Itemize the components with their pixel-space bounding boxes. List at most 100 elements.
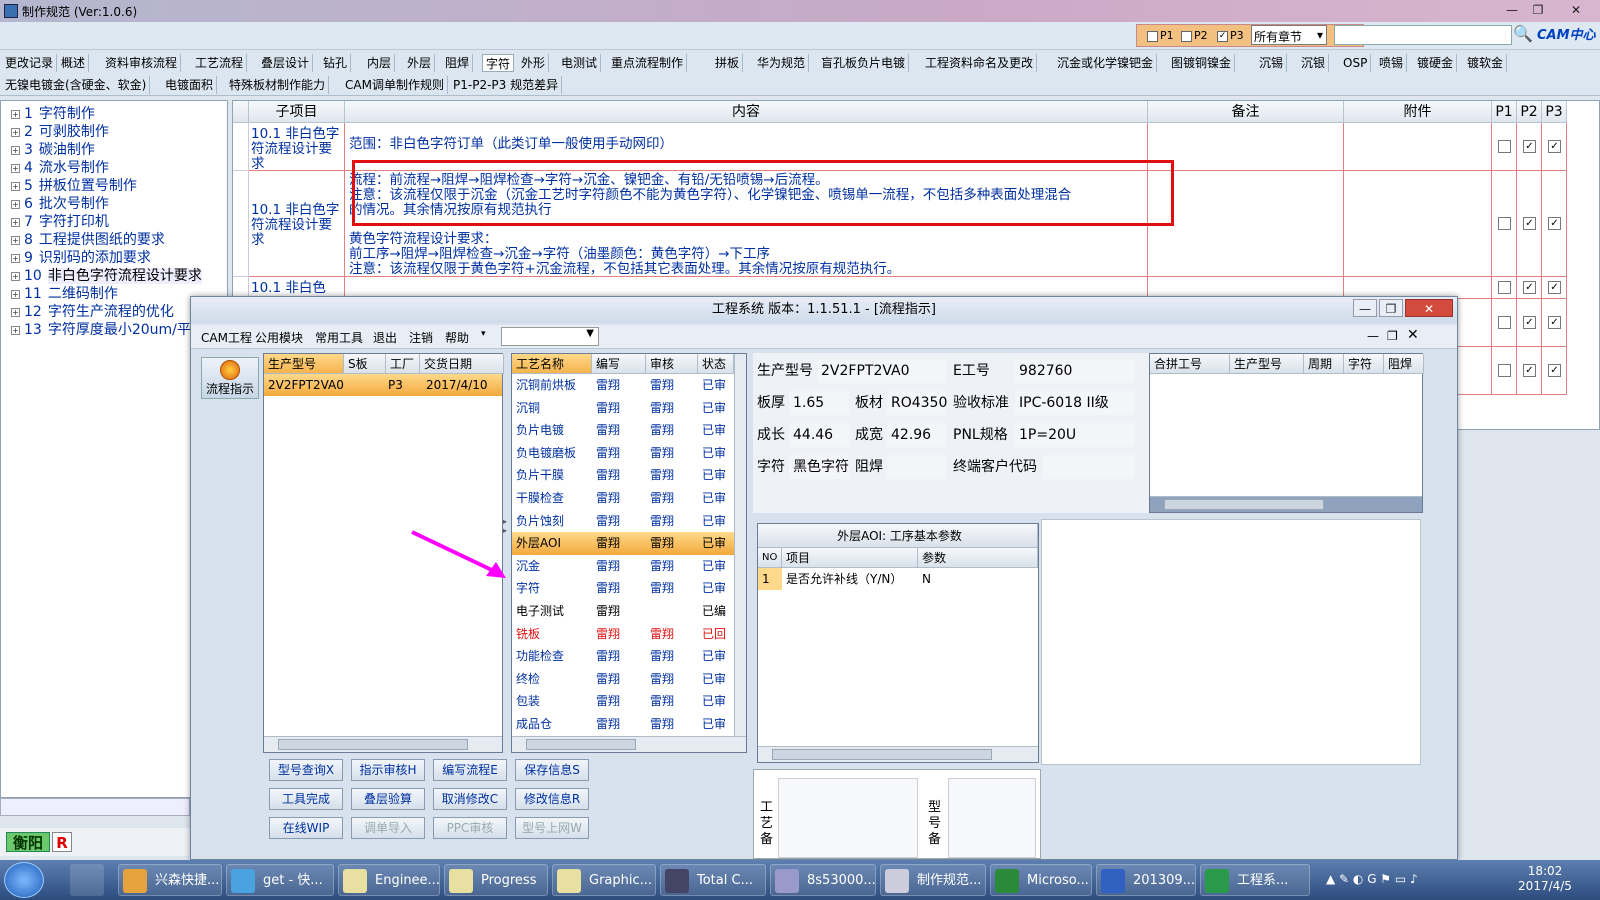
- process-row[interactable]: 外层AOI 雷翔 雷翔 已审: [512, 532, 734, 556]
- dialog-maximize-icon[interactable]: ❐: [1379, 299, 1403, 317]
- tree-node-3[interactable]: +3 碳油制作: [11, 139, 95, 159]
- tray-icons[interactable]: ▲ ✎ ◐ G ⚑ ▭ ♪: [1326, 872, 1418, 886]
- cell-sub-item[interactable]: 10.1 非白色字符流程设计要求: [249, 171, 345, 277]
- expand-icon[interactable]: +: [11, 217, 20, 227]
- process-row[interactable]: 电子测试 雷翔 已编: [512, 600, 734, 623]
- chevron-down-icon[interactable]: ▾: [481, 329, 486, 339]
- cell-remark[interactable]: [1148, 171, 1344, 277]
- p2-checkbox[interactable]: ✓: [1523, 316, 1536, 329]
- expand-icon[interactable]: +: [11, 325, 20, 335]
- tab-14[interactable]: 华为规范: [754, 54, 810, 72]
- action-button-1-2[interactable]: 取消修改C: [433, 788, 507, 810]
- expand-icon[interactable]: +: [11, 127, 20, 137]
- aoi-scrollbar[interactable]: [758, 746, 1038, 762]
- cell-attachment[interactable]: [1344, 123, 1492, 171]
- tab-9[interactable]: 字符: [482, 54, 515, 72]
- tree-node-5[interactable]: +5 拼板位置号制作: [11, 175, 137, 195]
- taskbar-item-1[interactable]: get - 快...: [226, 864, 334, 896]
- tab-row2-4[interactable]: P1-P2-P3 规范差异: [450, 76, 563, 94]
- dialog-menu-4[interactable]: 注销: [409, 329, 433, 346]
- orders-header-2[interactable]: 工厂: [386, 354, 420, 374]
- city-badge[interactable]: 衡阳: [6, 832, 50, 852]
- aoi-header-0[interactable]: NO: [758, 548, 782, 568]
- process-row[interactable]: 沉铜 雷翔 雷翔 已审: [512, 397, 734, 420]
- p1-checkbox[interactable]: [1498, 281, 1511, 294]
- taskbar-item-9[interactable]: 201309...: [1096, 864, 1196, 896]
- mdi-close-icon[interactable]: ✕: [1407, 327, 1419, 343]
- model-note-field[interactable]: [948, 778, 1036, 858]
- merge-scrollbar[interactable]: [1150, 496, 1422, 512]
- r-badge[interactable]: R: [52, 832, 72, 852]
- tree-node-11[interactable]: +11 二维码制作: [11, 283, 118, 303]
- orders-header-1[interactable]: S板: [344, 354, 386, 374]
- action-button-1-0[interactable]: 工具完成: [269, 788, 343, 810]
- p1-checkbox[interactable]: [1498, 217, 1511, 230]
- dialog-close-icon[interactable]: ✕: [1405, 299, 1453, 317]
- p3-checkbox[interactable]: ✓: [1548, 281, 1561, 294]
- info-pnl[interactable]: 1P=20U: [1015, 423, 1135, 447]
- taskbar-item-3[interactable]: Progress: [444, 864, 548, 896]
- action-button-2-3[interactable]: 型号上网W: [515, 817, 589, 839]
- action-button-1-3[interactable]: 修改信息R: [515, 788, 589, 810]
- tree-node-12[interactable]: +12 字符生产流程的优化: [11, 301, 174, 321]
- tab-6[interactable]: 内层: [364, 54, 396, 72]
- tab-22[interactable]: 喷锡: [1376, 54, 1408, 72]
- order-row[interactable]: 2V2FPT2VA0 P3 2017/4/10: [264, 374, 502, 396]
- p3-checkbox[interactable]: ✓: [1548, 217, 1561, 230]
- cell-attachment[interactable]: [1344, 171, 1492, 277]
- taskbar-item-2[interactable]: Enginee...: [338, 864, 440, 896]
- orders-scrollbar[interactable]: [264, 736, 502, 752]
- expand-icon[interactable]: +: [11, 163, 20, 173]
- flow-indicator-button[interactable]: 流程指示: [201, 357, 259, 399]
- process-scrollbar[interactable]: [512, 736, 746, 752]
- process-note-field[interactable]: [778, 778, 918, 858]
- maximize-icon[interactable]: ❐: [1526, 1, 1550, 19]
- tree-node-1[interactable]: +1 字符制作: [11, 103, 95, 123]
- taskbar-item-8[interactable]: Microso...: [990, 864, 1092, 896]
- taskbar-item-7[interactable]: 制作规范...: [880, 864, 986, 896]
- p1-filter[interactable]: P1: [1147, 29, 1174, 42]
- action-button-1-1[interactable]: 叠层验算: [351, 788, 425, 810]
- tree-node-8[interactable]: +8 工程提供图纸的要求: [11, 229, 165, 249]
- tab-17[interactable]: 沉金或化学镍钯金: [1054, 54, 1158, 72]
- tree-node-7[interactable]: +7 字符打印机: [11, 211, 109, 231]
- dialog-menu-1[interactable]: 公用模块: [255, 329, 303, 346]
- tree-scrollbar[interactable]: [0, 798, 190, 816]
- p2-checkbox[interactable]: ✓: [1523, 281, 1536, 294]
- aoi-value[interactable]: N: [922, 568, 931, 590]
- tab-0[interactable]: 更改记录: [2, 54, 58, 72]
- tab-7[interactable]: 外层: [404, 54, 436, 72]
- tree-node-10[interactable]: +10 非白色字符流程设计要求: [11, 265, 202, 285]
- merge-header-0[interactable]: 合拼工号: [1150, 354, 1230, 374]
- expand-icon[interactable]: +: [11, 307, 20, 317]
- tab-row2-3[interactable]: CAM调单制作规则: [342, 76, 448, 94]
- taskbar-item-6[interactable]: 8s53000...: [770, 864, 876, 896]
- process-row[interactable]: 沉铜前烘板 雷翔 雷翔 已审: [512, 374, 734, 397]
- action-button-2-0[interactable]: 在线WIP: [269, 817, 343, 839]
- merge-header-2[interactable]: 周期: [1304, 354, 1344, 374]
- tab-13[interactable]: 拼板: [712, 54, 744, 72]
- merge-header-1[interactable]: 生产型号: [1230, 354, 1304, 374]
- tree-node-2[interactable]: +2 可剥胶制作: [11, 121, 109, 141]
- p2-filter[interactable]: P2: [1181, 29, 1208, 42]
- cell-sub-item[interactable]: 10.1 非白色字符流程设计要求: [249, 123, 345, 171]
- process-row[interactable]: 沉金 雷翔 雷翔 已审: [512, 555, 734, 578]
- process-row[interactable]: 铣板 雷翔 雷翔 已回: [512, 623, 734, 646]
- info-model[interactable]: 2V2FPT2VA0: [817, 359, 947, 383]
- orders-header-0[interactable]: 生产型号: [264, 354, 344, 374]
- info-e[interactable]: 982760: [1015, 359, 1135, 383]
- info-cust[interactable]: [1043, 455, 1135, 479]
- expand-icon[interactable]: +: [11, 253, 20, 263]
- p3-checkbox[interactable]: ✓: [1548, 364, 1561, 377]
- expand-icon[interactable]: +: [11, 271, 20, 281]
- info-thick[interactable]: 1.65: [789, 391, 849, 415]
- p2-checkbox[interactable]: ✓: [1523, 217, 1536, 230]
- dialog-minimize-icon[interactable]: —: [1353, 299, 1377, 317]
- process-row[interactable]: 成品仓 雷翔 雷翔 已审: [512, 713, 734, 736]
- action-button-0-1[interactable]: 指示审核H: [351, 759, 425, 781]
- process-row[interactable]: 负电镀磨板 雷翔 雷翔 已审: [512, 442, 734, 465]
- search-icon[interactable]: 🔍: [1512, 24, 1534, 46]
- tab-21[interactable]: OSP: [1340, 54, 1372, 72]
- info-mask[interactable]: [887, 455, 947, 479]
- p3-filter[interactable]: ✓ P3: [1217, 29, 1244, 42]
